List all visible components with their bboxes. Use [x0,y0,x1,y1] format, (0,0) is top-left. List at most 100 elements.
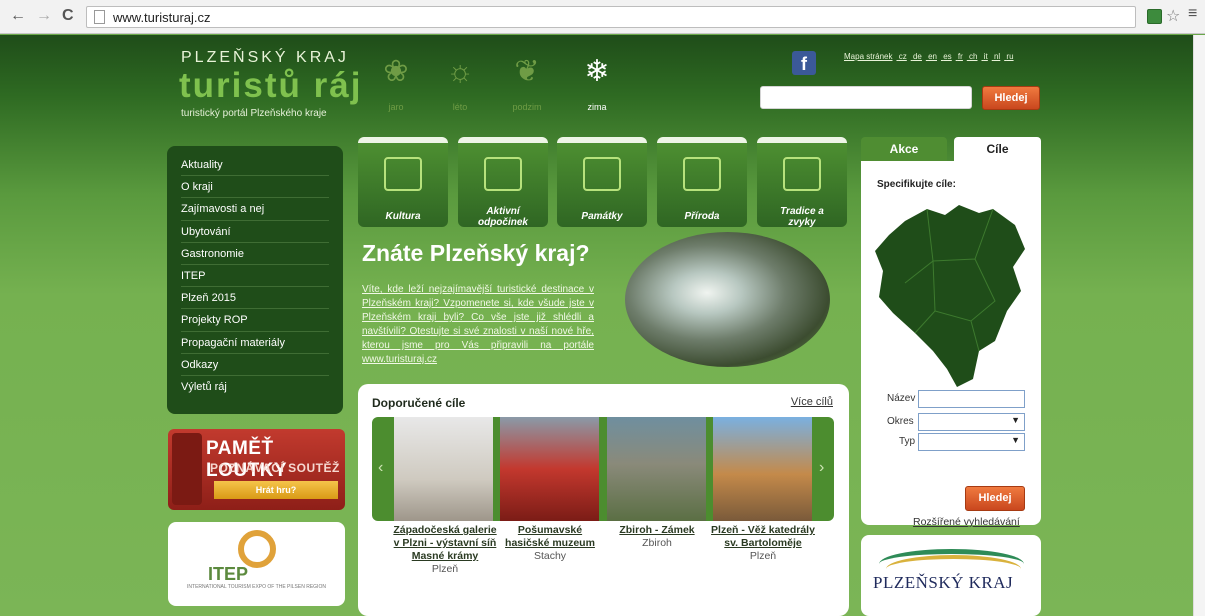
type-select[interactable]: ▼ [918,433,1025,451]
hero-title: Znáte Plzeňský kraj? [362,240,590,266]
leaf-icon: ❦ [514,55,540,88]
recommended-panel: Doporučené cíle Více cílů ‹ › Západočesk… [358,384,849,616]
address-url[interactable]: www.turisturaj.cz [113,10,211,25]
puppet-game-banner[interactable]: PAMĚŤ LOUTKY POZNÁVACÍ SOUTĚŽ Hrát hru? [168,429,345,510]
category-kultura[interactable]: Kultura [358,137,448,227]
season-label: podzim [512,102,542,112]
fire-museum-image[interactable] [500,417,599,521]
destination-item: Západočeská galerie v Plzni - výstavní s… [392,524,498,576]
sidebar-item-propagacni[interactable]: Propagační materiály [181,332,329,354]
advanced-search-link[interactable]: Rozšířené vyhledávání [913,516,1020,528]
bookmark-star-icon[interactable]: ☆ [1166,6,1180,26]
tab-akce[interactable]: Akce [861,137,947,161]
lang-fr-link[interactable]: fr [958,52,963,61]
itep-logo-icon [238,530,276,568]
cathedral-image[interactable] [713,417,812,521]
destinations-panel: Akce Cíle Specifikujte cíle: Název Okres… [861,137,1041,528]
promo-title: PAMĚŤ LOUTKY [206,438,288,481]
sidebar-item-projekty-rop[interactable]: Projekty ROP [181,309,329,332]
region-title: PLZEŇSKÝ KRAJ [181,49,349,66]
find-destinations-button[interactable]: Hledej [965,486,1025,511]
lang-it-link[interactable]: it [984,52,988,61]
category-tradice[interactable]: Tradice a zvyky [757,137,847,228]
district-select[interactable]: ▼ [918,413,1025,431]
sidebar-item-itep[interactable]: ITEP [181,265,329,288]
menu-icon[interactable]: ≡ [1188,5,1197,23]
sidebar-item-aktuality[interactable]: Aktuality [181,154,329,177]
season-spring[interactable]: ❀ jaro [366,52,426,112]
sun-icon: ☼ [446,55,474,88]
address-bar[interactable]: www.turisturaj.cz [86,6,1136,28]
carousel-prev-icon[interactable]: ‹ [378,459,383,477]
plzensky-kraj-logo: PLZEŇSKÝ KRAJ [873,573,1014,592]
snowflake-icon: ❄ [584,55,610,88]
category-label: Aktivní odpočinek [477,206,528,228]
forward-icon[interactable]: → [36,7,52,25]
destination-place: Zbiroh [642,537,672,549]
itep-banner[interactable]: ITEP INTERNATIONAL TOURISM EXPO OF THE P… [168,522,345,606]
lang-es-link[interactable]: es [943,52,951,61]
site-tagline: turistický portál Plzeňského kraje [181,108,327,119]
top-links: Mapa stránek cz de en es fr ch it nl ru [844,52,1018,61]
sidebar-item-zajimavosti[interactable]: Zajímavosti a nej [181,198,329,221]
zbiroh-image[interactable] [607,417,706,521]
search-input[interactable] [760,86,972,109]
sidebar-item-o-kraji[interactable]: O kraji [181,176,329,199]
search-button[interactable]: Hledej [982,86,1040,110]
destination-name-link[interactable]: Zbiroh - Zámek [604,524,710,537]
carousel-next-icon[interactable]: › [819,459,824,477]
destination-item: Plzeň - Věž katedrály sv. Bartoloměje Pl… [710,524,816,563]
chevron-down-icon: ▼ [1011,415,1020,425]
name-input[interactable] [918,390,1025,408]
destination-item: Zbiroh - Zámek Zbiroh [604,524,710,550]
sidebar-item-plzen-2015[interactable]: Plzeň 2015 [181,287,329,310]
flower-icon: ❀ [383,55,409,88]
sidebar-item-vyletu-raj[interactable]: Výletů ráj [181,376,329,398]
category-aktivni-odpocinek[interactable]: Aktivní odpočinek [458,137,548,228]
plzensky-kraj-banner[interactable]: PLZEŇSKÝ KRAJ [861,535,1041,616]
destination-item: Pošumavské hasičské muzeum Stachy [497,524,603,563]
category-label: Příroda [684,211,720,222]
season-winter[interactable]: ❄ zima [567,52,627,112]
lang-ch-link[interactable]: ch [969,52,977,61]
more-destinations-link[interactable]: Více cílů [791,396,833,408]
sidebar-item-gastronomie[interactable]: Gastronomie [181,243,329,265]
category-priroda[interactable]: Příroda [657,137,747,227]
lang-de-link[interactable]: de [913,52,922,61]
destination-name-link[interactable]: Pošumavské hasičské muzeum [497,524,603,550]
lang-cz-link[interactable]: cz [899,52,907,61]
itep-logo: ITEP [208,564,249,584]
region-map[interactable] [875,201,1027,387]
lang-en-link[interactable]: en [928,52,937,61]
sitemap-link[interactable]: Mapa stránek [844,52,892,61]
reload-icon[interactable]: C [62,7,74,25]
destination-name-link[interactable]: Plzeň - Věž katedrály sv. Bartoloměje [710,524,816,550]
lang-ru-link[interactable]: ru [1006,52,1013,61]
lang-nl-link[interactable]: nl [994,52,1000,61]
sidebar-item-odkazy[interactable]: Odkazy [181,354,329,376]
tab-cile[interactable]: Cíle [954,137,1041,161]
site-logo[interactable]: turistů ráj [179,66,362,106]
hero-text-link[interactable]: Víte, kde leží nejzajímavější turistické… [362,283,594,367]
season-autumn[interactable]: ❦ podzim [497,52,557,112]
back-icon[interactable]: ← [10,7,26,25]
promo-subtitle: POZNÁVACÍ SOUTĚŽ [210,461,340,475]
facebook-icon[interactable]: f [792,51,816,75]
sidebar-nav: Aktuality O kraji Zajímavosti a nej Ubyt… [167,146,343,414]
destination-place: Stachy [533,550,567,562]
boots-icon [484,157,522,191]
extension-icon[interactable] [1147,9,1162,24]
type-label: Typ [899,436,916,447]
tab-body: Specifikujte cíle: Název Okres ▼ Typ ▼ H… [861,161,1041,528]
sidebar-item-ubytovani[interactable]: Ubytování [181,221,329,243]
season-summer[interactable]: ☼ léto [430,52,490,112]
specify-heading: Specifikujte cíle: [877,179,956,190]
category-pamatky[interactable]: Památky [557,137,647,227]
destination-place: Plzeň [431,563,459,575]
name-label: Název [887,393,916,404]
destination-name-link[interactable]: Západočeská galerie v Plzni - výstavní s… [392,524,498,563]
gallery-image[interactable] [394,417,493,521]
scrollbar[interactable] [1193,35,1205,616]
season-label: jaro [388,102,404,112]
play-game-button[interactable]: Hrát hru? [214,481,338,499]
